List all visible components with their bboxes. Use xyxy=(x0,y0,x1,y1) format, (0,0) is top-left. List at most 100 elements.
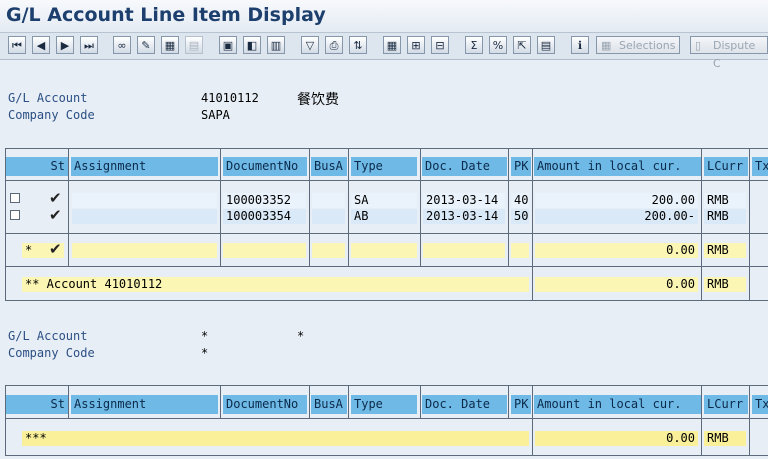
company-code-value: * xyxy=(201,346,209,360)
col-tx[interactable]: Tx xyxy=(752,395,768,414)
col-amount[interactable]: Amount in local cur. xyxy=(534,157,701,176)
column-divider xyxy=(749,385,750,456)
cell-pk xyxy=(511,243,529,258)
dispute-button[interactable]: ▯ Dispute C xyxy=(690,36,768,70)
gl-account-label: G/L Account xyxy=(8,91,88,105)
change-document-icon[interactable]: ◧ xyxy=(243,36,261,54)
subtotal-icon[interactable]: % xyxy=(489,36,507,54)
filter-icon[interactable]: ▽ xyxy=(301,36,319,54)
document-icon: ▯ xyxy=(695,39,702,52)
col-assignment[interactable]: Assignment xyxy=(71,395,218,414)
gl-account-text: 餐饮费 xyxy=(297,92,339,108)
cell-lcurr: RMB xyxy=(704,209,746,224)
table-header: St Assignment DocumentNo BusA Type Doc. … xyxy=(5,395,768,414)
col-pk[interactable]: PK xyxy=(511,395,531,414)
col-type[interactable]: Type xyxy=(351,395,417,414)
company-code-label: Company Code xyxy=(8,346,95,360)
checkmark-icon: ✔ xyxy=(49,206,62,224)
info-icon[interactable]: ℹ xyxy=(571,36,589,54)
checkmark-icon: ✔ xyxy=(49,240,62,258)
sum-icon[interactable]: Σ xyxy=(465,36,483,54)
column-divider xyxy=(701,148,702,301)
prev-page-icon[interactable]: ◀ xyxy=(32,36,50,54)
column-divider xyxy=(532,148,533,301)
select-all-icon[interactable]: ▦ xyxy=(161,36,179,54)
col-busa[interactable]: BusA xyxy=(311,395,347,414)
cell-busa xyxy=(312,193,345,208)
column-divider xyxy=(508,148,509,266)
account-total-amount: 0.00 xyxy=(535,277,698,292)
table-border xyxy=(5,385,6,456)
print-icon[interactable]: ⎙ xyxy=(325,36,343,54)
column-divider xyxy=(701,385,702,456)
layout-save-icon[interactable]: ⊟ xyxy=(431,36,449,54)
company-code-label: Company Code xyxy=(8,108,95,122)
column-divider xyxy=(420,385,421,418)
display-document-icon[interactable]: ▣ xyxy=(219,36,237,54)
cell-type: AB xyxy=(351,209,417,224)
cell-amount: 200.00- xyxy=(535,209,698,224)
pencil-icon[interactable]: ✎ xyxy=(137,36,155,54)
col-pk[interactable]: PK xyxy=(511,157,531,176)
col-tx[interactable]: Tx xyxy=(752,157,768,176)
table-border xyxy=(5,180,768,181)
col-lcurr[interactable]: LCurr xyxy=(704,157,748,176)
table-border xyxy=(5,266,768,267)
layout-change-icon[interactable]: ⊞ xyxy=(407,36,425,54)
col-doc-date[interactable]: Doc. Date xyxy=(422,157,507,176)
cell-pk: 50 xyxy=(511,209,529,224)
col-status[interactable]: St xyxy=(5,395,68,414)
cell-busa xyxy=(312,243,345,258)
company-code-value: SAPA xyxy=(201,108,230,122)
account-total-currency: RMB xyxy=(704,277,746,292)
cell-doc-date: 2013-03-14 xyxy=(423,209,505,224)
document-overview-icon[interactable]: ▥ xyxy=(267,36,285,54)
application-toolbar: ⏮ ◀ ▶ ⏭ ∞ ✎ ▦ ▤ ▣ ◧ ▥ ▽ ⎙ ⇅ ▦ ⊞ ⊟ Σ % ⇱ … xyxy=(0,33,768,70)
cell-documentno[interactable]: 100003354 xyxy=(223,209,306,224)
layout-grid-icon[interactable]: ▦ xyxy=(383,36,401,54)
grand-total-label: *** xyxy=(22,431,529,446)
col-lcurr[interactable]: LCurr xyxy=(704,395,748,414)
sort-icon[interactable]: ⇅ xyxy=(349,36,367,54)
cell-documentno[interactable]: 100003352 xyxy=(223,193,306,208)
column-divider xyxy=(220,385,221,418)
export-icon[interactable]: ⇱ xyxy=(513,36,531,54)
col-assignment[interactable]: Assignment xyxy=(71,157,218,176)
cell-doc-date xyxy=(423,243,505,258)
column-divider xyxy=(309,148,310,266)
column-divider xyxy=(68,385,69,418)
last-page-icon[interactable]: ⏭ xyxy=(80,36,98,54)
deselect-icon[interactable]: ▤ xyxy=(185,36,203,54)
column-divider xyxy=(309,385,310,418)
column-divider xyxy=(220,148,221,266)
col-amount[interactable]: Amount in local cur. xyxy=(534,395,701,414)
first-page-icon[interactable]: ⏮ xyxy=(8,36,26,54)
row-checkbox[interactable] xyxy=(10,210,20,220)
column-divider xyxy=(68,148,69,266)
column-divider xyxy=(508,385,509,418)
col-busa[interactable]: BusA xyxy=(311,157,347,176)
cell-type: SA xyxy=(351,193,417,208)
selections-button[interactable]: ▦ Selections xyxy=(596,36,681,54)
table-border xyxy=(5,455,768,456)
col-status[interactable]: St xyxy=(5,157,68,176)
cell-assignment xyxy=(72,209,217,224)
cell-documentno xyxy=(223,243,306,258)
col-documentno[interactable]: DocumentNo xyxy=(223,395,307,414)
table-header: St Assignment DocumentNo BusA Type Doc. … xyxy=(5,157,768,176)
row-checkbox[interactable] xyxy=(10,193,20,203)
title-bar: G/L Account Line Item Display xyxy=(0,0,768,33)
cell-assignment xyxy=(72,193,217,208)
cell-lcurr: RMB xyxy=(704,193,746,208)
glasses-icon[interactable]: ∞ xyxy=(113,36,131,54)
cell-doc-date: 2013-03-14 xyxy=(423,193,505,208)
spreadsheet-icon[interactable]: ▤ xyxy=(537,36,555,54)
gl-account-text: * xyxy=(297,329,305,343)
next-page-icon[interactable]: ▶ xyxy=(56,36,74,54)
col-doc-date[interactable]: Doc. Date xyxy=(422,395,507,414)
gl-account-value: * xyxy=(201,329,209,343)
table-border-top xyxy=(5,385,768,386)
column-divider xyxy=(348,385,349,418)
col-documentno[interactable]: DocumentNo xyxy=(223,157,307,176)
col-type[interactable]: Type xyxy=(351,157,417,176)
